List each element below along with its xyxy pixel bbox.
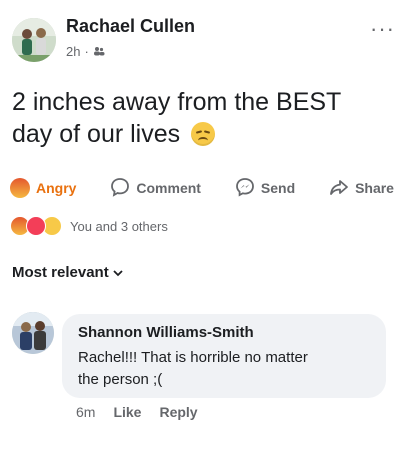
comment-like-button[interactable]: Like bbox=[113, 404, 141, 420]
meta-separator: · bbox=[84, 44, 89, 59]
comment-text: Rachel!!! That is horrible no matter the… bbox=[78, 347, 378, 391]
send-label: Send bbox=[260, 180, 296, 196]
post-author-avatar[interactable] bbox=[12, 18, 56, 62]
reaction-icons bbox=[10, 216, 62, 236]
commenter-avatar[interactable] bbox=[12, 312, 54, 354]
messenger-icon bbox=[235, 177, 255, 200]
comment-icon bbox=[110, 177, 130, 200]
sad-face-emoji bbox=[191, 122, 216, 146]
share-icon bbox=[329, 177, 349, 200]
comment-filter-label: Most relevant bbox=[12, 264, 109, 281]
comment-filter-dropdown[interactable]: Most relevant bbox=[12, 264, 123, 281]
share-button[interactable]: Share bbox=[329, 177, 394, 200]
angry-icon bbox=[10, 178, 30, 198]
comment-reply-button[interactable]: Reply bbox=[159, 404, 197, 420]
reaction-count: You and 3 others bbox=[70, 218, 168, 234]
post-text-line-2: day of our lives bbox=[12, 120, 181, 148]
comment-time[interactable]: 6m bbox=[76, 404, 95, 420]
comment-actions: 6m Like Reply bbox=[76, 404, 198, 420]
send-button[interactable]: Send bbox=[235, 177, 295, 200]
friends-icon bbox=[93, 44, 105, 59]
love-icon bbox=[26, 216, 46, 236]
post-meta: 2h · bbox=[66, 44, 105, 59]
chevron-down-icon bbox=[113, 264, 123, 281]
commenter-name[interactable]: Shannon Williams-Smith bbox=[78, 324, 254, 341]
post-author-name[interactable]: Rachael Cullen bbox=[66, 16, 195, 37]
post-text-line-2-row: day of our lives bbox=[12, 118, 392, 150]
share-label: Share bbox=[355, 180, 394, 196]
comment-text-line-2: the person ;( bbox=[78, 371, 163, 388]
angry-reaction-button[interactable]: Angry bbox=[10, 178, 76, 198]
comment-label: Comment bbox=[136, 180, 201, 196]
angry-label: Angry bbox=[36, 180, 77, 196]
post-time[interactable]: 2h bbox=[66, 44, 80, 59]
reaction-summary[interactable]: You and 3 others bbox=[10, 216, 168, 236]
post-action-bar: Angry Comment Send Share bbox=[10, 176, 394, 200]
comment-text-line-1: Rachel!!! That is horrible no matter bbox=[78, 349, 308, 366]
post-text-line-1: 2 inches away from the BEST bbox=[12, 88, 342, 116]
comment-button[interactable]: Comment bbox=[110, 177, 201, 200]
more-options-icon[interactable]: ··· bbox=[370, 16, 395, 42]
post-text: 2 inches away from the BEST day of our l… bbox=[12, 86, 392, 150]
